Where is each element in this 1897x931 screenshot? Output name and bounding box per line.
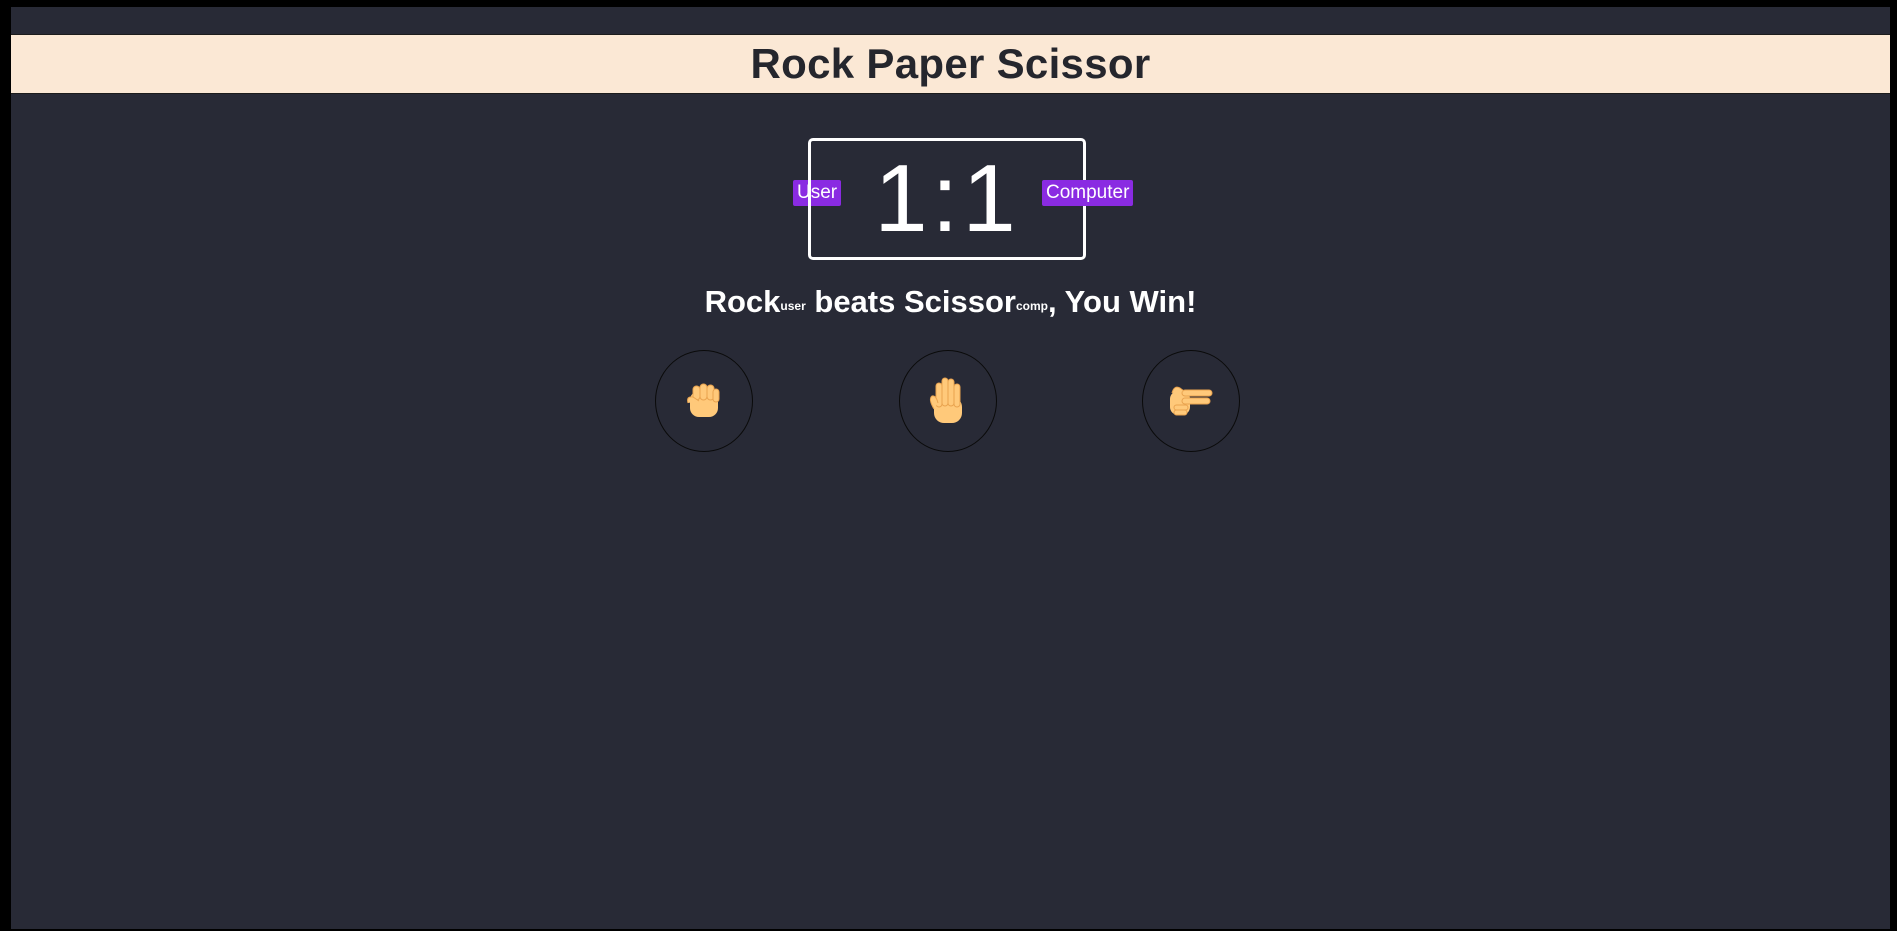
page-title: Rock Paper Scissor — [750, 40, 1151, 87]
app-frame: Rock Paper Scissor User 1:1 Computer Roc… — [0, 0, 1897, 931]
result-suffix: , You Win! — [1048, 284, 1197, 319]
result-user-tag: user — [780, 299, 806, 313]
computer-score-label: Computer — [1042, 180, 1134, 206]
paper-button[interactable] — [899, 350, 997, 452]
rock-button[interactable] — [655, 350, 753, 452]
victory-hand-icon — [1170, 386, 1213, 416]
raised-hand-icon — [929, 377, 962, 423]
score-display: 1:1 — [874, 145, 1020, 252]
raised-fist-icon — [687, 383, 720, 417]
header-bar: Rock Paper Scissor — [11, 34, 1890, 94]
scissor-button[interactable] — [1142, 350, 1240, 452]
result-computer-tag: comp — [1016, 299, 1049, 313]
result-message: Rockuser beats Scissorcomp, You Win! — [11, 284, 1890, 320]
result-user-choice: Rock — [704, 284, 781, 319]
result-middle: beats — [805, 284, 904, 319]
result-computer-choice: Scissor — [903, 284, 1016, 319]
